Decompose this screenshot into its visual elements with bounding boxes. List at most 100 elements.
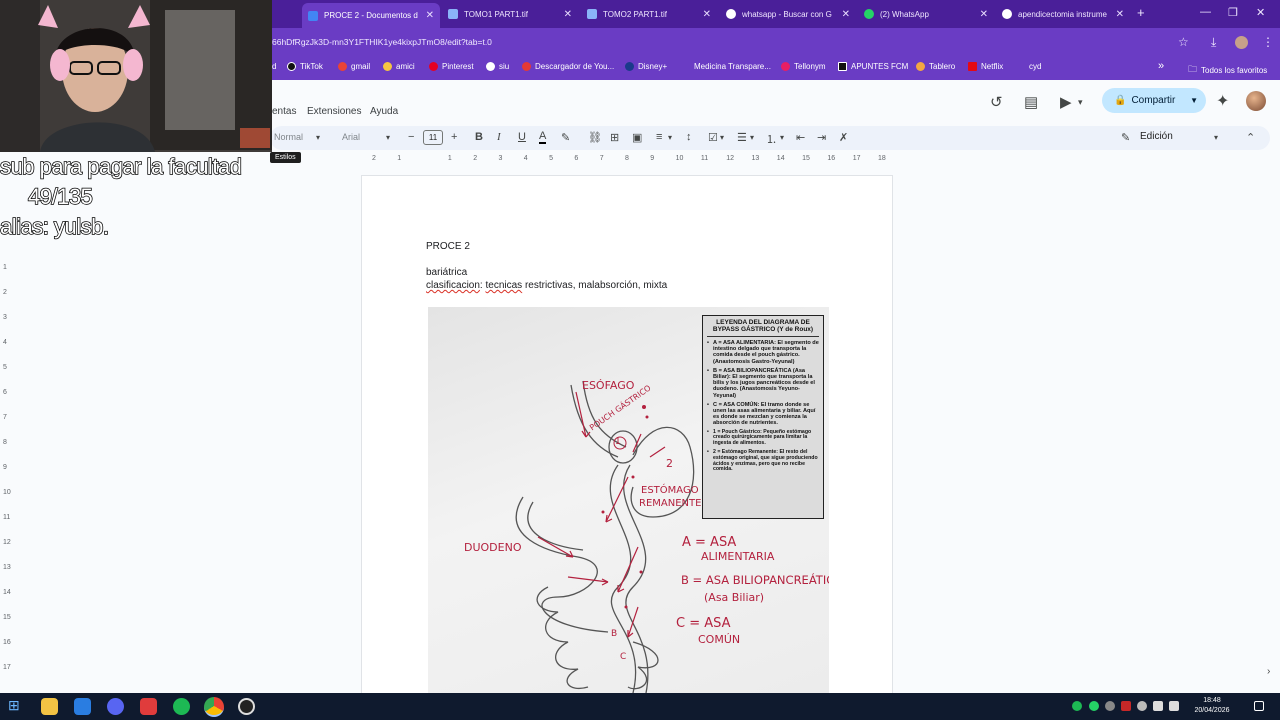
tab-whatsapp-search[interactable]: whatsapp - Buscar con G ✕: [720, 2, 856, 26]
bulleted-list-icon[interactable]: ☰: [737, 131, 747, 144]
insert-image-icon[interactable]: ▣: [632, 131, 642, 144]
restore-icon[interactable]: ❐: [1228, 6, 1238, 19]
line-spacing-icon[interactable]: ↕: [686, 131, 692, 143]
bypass-diagram-image[interactable]: ESÓFAGO POUCH GÁSTRICO 1 2 ESTÓMAGO REMA…: [428, 307, 829, 693]
style-select[interactable]: Normal: [274, 132, 303, 142]
bookmark-amici[interactable]: amici: [383, 62, 415, 71]
comments-icon[interactable]: ▤: [1024, 93, 1038, 111]
underline-icon[interactable]: U: [518, 131, 526, 143]
tab-tomo2[interactable]: TOMO2 PART1.tif ✕: [581, 2, 717, 26]
bookmark-tablero[interactable]: Tablero: [916, 62, 955, 71]
bookmark-youtube-downloader[interactable]: Descargador de You...: [522, 62, 614, 71]
bold-icon[interactable]: B: [475, 131, 483, 143]
bookmark-apuntes[interactable]: APUNTES FCM: [838, 62, 908, 71]
chevron-down-icon[interactable]: ▼: [1190, 96, 1198, 105]
bookmark-tellonym[interactable]: Tellonym: [781, 62, 826, 71]
star-icon[interactable]: ☆: [1178, 35, 1189, 49]
increase-indent-icon[interactable]: ⇥: [817, 131, 826, 144]
avatar[interactable]: [1246, 91, 1266, 111]
bookmark-netflix[interactable]: Netflix: [968, 62, 1003, 71]
tray-icon[interactable]: [1121, 701, 1131, 711]
tab-tomo1[interactable]: TOMO1 PART1.tif ✕: [442, 2, 578, 26]
tray-icon[interactable]: [1105, 701, 1115, 711]
windows-start-icon[interactable]: ⊞: [8, 697, 25, 714]
chevron-down-icon[interactable]: ▾: [780, 133, 784, 142]
spotify-icon[interactable]: [173, 698, 190, 715]
close-icon[interactable]: ✕: [842, 9, 850, 20]
share-button[interactable]: 🔒 Compartir ▼: [1102, 88, 1206, 113]
gemini-icon[interactable]: ✦: [1216, 91, 1229, 111]
increase-font-icon[interactable]: +: [451, 131, 457, 143]
vertical-ruler[interactable]: 1 2 3 4 5 6 7 8 9 10 11 12 13 14 15 16 17: [0, 168, 14, 693]
editing-mode-select[interactable]: Edición: [1140, 131, 1173, 142]
misspelled-word[interactable]: clasificacion: [426, 280, 480, 291]
align-icon[interactable]: ≡: [656, 131, 662, 143]
file-explorer-icon[interactable]: [41, 698, 58, 715]
italic-icon[interactable]: I: [497, 131, 501, 143]
bookmark-d[interactable]: d: [272, 62, 276, 71]
chevron-down-icon[interactable]: ▾: [1214, 133, 1218, 142]
bookmark-siu[interactable]: siu: [486, 62, 509, 71]
menu-extensiones[interactable]: Extensiones: [307, 106, 361, 117]
side-panel-toggle-icon[interactable]: ›: [1267, 666, 1270, 677]
bookmark-pinterest[interactable]: Pinterest: [429, 62, 474, 71]
link-icon[interactable]: ⛓: [588, 131, 602, 144]
chrome-icon[interactable]: [204, 697, 224, 717]
decrease-indent-icon[interactable]: ⇤: [796, 131, 805, 144]
notifications-icon[interactable]: [1254, 701, 1264, 711]
font-select[interactable]: Arial: [342, 132, 360, 142]
tray-icon[interactable]: [1137, 701, 1147, 711]
chevron-down-icon[interactable]: ▾: [386, 133, 390, 142]
highlight-icon[interactable]: ✎: [561, 131, 570, 144]
decrease-font-icon[interactable]: −: [408, 131, 414, 143]
new-tab-button[interactable]: +: [1137, 5, 1145, 20]
obs-icon[interactable]: [238, 698, 255, 715]
volume-icon[interactable]: [1169, 701, 1179, 711]
whatsapp-tray-icon[interactable]: [1089, 701, 1099, 711]
app-icon[interactable]: [140, 698, 157, 715]
checklist-icon[interactable]: ☑: [708, 131, 718, 144]
doc-line-clasificacion[interactable]: clasificacion: tecnicas restrictivas, ma…: [426, 280, 667, 291]
close-icon[interactable]: ✕: [426, 10, 434, 21]
spotify-tray-icon[interactable]: [1072, 701, 1082, 711]
bookmark-disney[interactable]: Disney+: [625, 62, 667, 71]
system-clock[interactable]: 18:48 20/04/2026: [1192, 696, 1232, 716]
history-icon[interactable]: ↺: [990, 93, 1003, 111]
misspelled-word[interactable]: tecnicas: [485, 280, 522, 291]
bookmark-tiktok[interactable]: TikTok: [287, 62, 323, 71]
url-text[interactable]: 66hDfRgzJk3D-mn3Y1FTHIK1ye4kixpJTmO8/edi…: [272, 37, 492, 47]
close-icon[interactable]: ✕: [980, 9, 988, 20]
horizontal-ruler[interactable]: 2 1 1 2 3 4 5 6 7 8 9 10 11 12 13 14 15 16 17 18: [362, 152, 892, 166]
close-icon[interactable]: ✕: [703, 9, 711, 20]
font-size-input[interactable]: 11: [423, 130, 443, 145]
tab-proce-2[interactable]: PROCE 2 - Documentos d ✕: [302, 3, 440, 28]
profile-icon[interactable]: [1235, 36, 1248, 49]
chevron-down-icon[interactable]: ▾: [1078, 97, 1083, 108]
all-favorites[interactable]: 🗀 Todos los favoritos: [1188, 62, 1267, 78]
menu-ayuda[interactable]: Ayuda: [370, 106, 398, 117]
store-icon[interactable]: [74, 698, 91, 715]
minimize-icon[interactable]: —: [1200, 6, 1211, 18]
close-icon[interactable]: ✕: [564, 9, 572, 20]
tab-apendicectomia[interactable]: apendicectomia instrume ✕: [996, 2, 1130, 26]
text-color-icon[interactable]: A: [539, 131, 547, 144]
window-close-icon[interactable]: ✕: [1256, 6, 1265, 19]
bookmark-cyd[interactable]: cyd: [1029, 62, 1041, 71]
tab-whatsapp[interactable]: (2) WhatsApp ✕: [858, 2, 994, 26]
menu-dots-icon[interactable]: ⋮: [1262, 35, 1274, 49]
chevron-down-icon[interactable]: ▾: [720, 133, 724, 142]
chevron-down-icon[interactable]: ▾: [750, 133, 754, 142]
meet-icon[interactable]: ▶: [1060, 93, 1072, 111]
bookmark-gmail[interactable]: gmail: [338, 62, 370, 71]
chevron-down-icon[interactable]: ▾: [316, 133, 320, 142]
numbered-list-icon[interactable]: ⒈: [766, 131, 777, 147]
menu-herramientas[interactable]: entas: [272, 106, 296, 117]
bookmark-medicina[interactable]: Medicina Transpare...: [694, 62, 771, 71]
doc-line-bariatrica[interactable]: bariátrica: [426, 267, 467, 278]
bookmarks-overflow-button[interactable]: »: [1158, 60, 1164, 72]
collapse-toolbar-icon[interactable]: ⌃: [1246, 131, 1255, 144]
doc-title[interactable]: PROCE 2: [426, 241, 470, 252]
discord-icon[interactable]: [107, 698, 124, 715]
clear-formatting-icon[interactable]: ✗: [839, 131, 848, 144]
chevron-down-icon[interactable]: ▾: [668, 133, 672, 142]
